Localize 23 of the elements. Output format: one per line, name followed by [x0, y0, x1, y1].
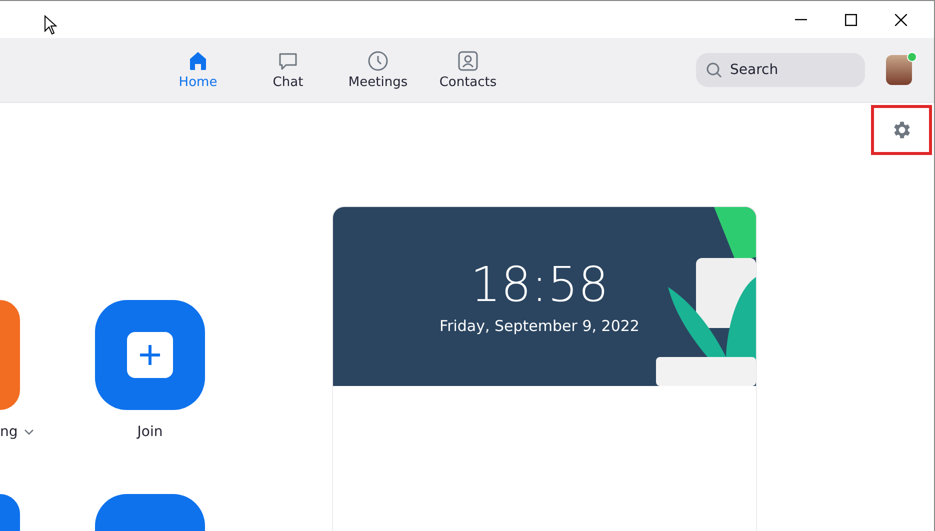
search-field[interactable]: Search — [696, 53, 865, 87]
clock-time: 18:58 — [470, 261, 609, 309]
settings-button[interactable] — [871, 105, 932, 155]
nav-tab[interactable]: Home — [153, 40, 243, 100]
nav-tab[interactable]: Contacts — [423, 40, 513, 100]
maximize-icon — [845, 14, 857, 26]
close-icon — [895, 14, 907, 26]
mouse-cursor-icon — [44, 15, 58, 35]
home-icon — [187, 50, 209, 72]
plus-icon — [127, 332, 173, 378]
minimize-icon — [795, 18, 807, 20]
action-tile[interactable] — [0, 300, 20, 410]
join-button[interactable] — [95, 300, 205, 410]
action-label: Join — [137, 424, 163, 440]
action-label: ng — [0, 424, 18, 440]
search-icon — [706, 62, 722, 78]
nav-tab[interactable]: Chat — [243, 40, 333, 100]
clock-icon — [367, 50, 389, 72]
clock-date: Friday, September 9, 2022 — [440, 317, 640, 335]
contact-card-icon — [457, 50, 479, 72]
avatar[interactable] — [886, 55, 912, 85]
nav-tab[interactable]: Meetings — [333, 40, 423, 100]
caret-icon[interactable] — [24, 429, 34, 435]
